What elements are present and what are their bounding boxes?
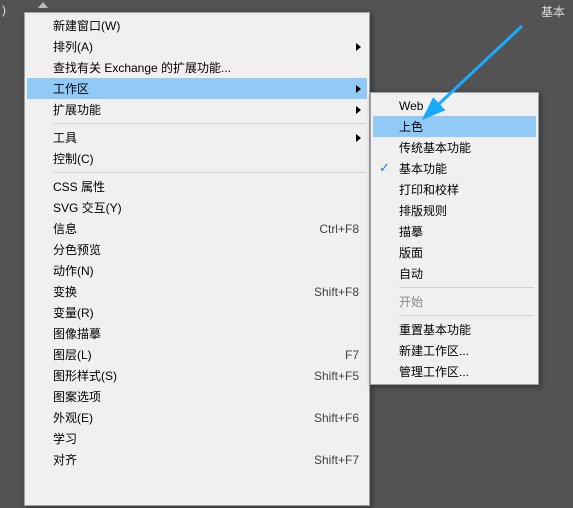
menu-shortcut: Shift+F5 xyxy=(314,369,359,383)
window-menu: 新建窗口(W) 排列(A) 查找有关 Exchange 的扩展功能... 工作区… xyxy=(24,12,370,506)
submenu-label: 版面 xyxy=(399,244,528,261)
submenu-tracing[interactable]: 描摹 xyxy=(373,221,536,242)
topbar-workspace-label[interactable]: 基本 xyxy=(541,3,565,20)
menu-label: 变换 xyxy=(53,283,314,300)
menu-separator xyxy=(399,315,534,316)
menu-pattern-options[interactable]: 图案选项 xyxy=(27,386,367,407)
submenu-reset-essentials[interactable]: 重置基本功能 xyxy=(373,319,536,340)
menu-appearance[interactable]: 外观(E) Shift+F6 xyxy=(27,407,367,428)
menu-scroll-up-icon xyxy=(38,2,48,8)
menu-control[interactable]: 控制(C) xyxy=(27,148,367,169)
submenu-label: 描摹 xyxy=(399,223,528,240)
menu-separator xyxy=(53,123,365,124)
menu-image-trace[interactable]: 图像描摹 xyxy=(27,323,367,344)
menu-label: 图像描摹 xyxy=(53,325,359,342)
menu-workspace[interactable]: 工作区 xyxy=(27,78,367,99)
workspace-submenu: Web 上色 传统基本功能 ✓ 基本功能 打印和校样 排版规则 描摹 版面 自动… xyxy=(370,92,539,385)
submenu-label: Web xyxy=(399,99,528,113)
submenu-layout[interactable]: 版面 xyxy=(373,242,536,263)
submenu-essentials[interactable]: ✓ 基本功能 xyxy=(373,158,536,179)
submenu-manage-workspaces[interactable]: 管理工作区... xyxy=(373,361,536,382)
submenu-painting[interactable]: 上色 xyxy=(373,116,536,137)
menu-learn[interactable]: 学习 xyxy=(27,428,367,449)
menu-label: 图层(L) xyxy=(53,346,345,363)
menu-label: 学习 xyxy=(53,430,359,447)
menu-variables[interactable]: 变量(R) xyxy=(27,302,367,323)
menu-shortcut: F7 xyxy=(345,348,359,362)
menu-label: 扩展功能 xyxy=(53,101,359,118)
menu-shortcut: Shift+F7 xyxy=(314,453,359,467)
submenu-web[interactable]: Web xyxy=(373,95,536,116)
menu-extensions[interactable]: 扩展功能 xyxy=(27,99,367,120)
menu-css-properties[interactable]: CSS 属性 xyxy=(27,176,367,197)
menu-label: 图形样式(S) xyxy=(53,367,314,384)
menu-shortcut: Ctrl+F8 xyxy=(319,222,359,236)
menu-label: 动作(N) xyxy=(53,262,359,279)
menu-find-exchange-extensions[interactable]: 查找有关 Exchange 的扩展功能... xyxy=(27,57,367,78)
menu-separator xyxy=(53,172,365,173)
menu-label: 图案选项 xyxy=(53,388,359,405)
submenu-automation[interactable]: 自动 xyxy=(373,263,536,284)
menu-label: 对齐 xyxy=(53,451,314,468)
menu-info[interactable]: 信息 Ctrl+F8 xyxy=(27,218,367,239)
menu-label: 分色预览 xyxy=(53,241,359,258)
menu-actions[interactable]: 动作(N) xyxy=(27,260,367,281)
submenu-start[interactable]: 开始 xyxy=(373,291,536,312)
submenu-label: 排版规则 xyxy=(399,202,528,219)
menu-label: CSS 属性 xyxy=(53,178,359,195)
submenu-label: 上色 xyxy=(399,118,528,135)
topbar-left-fragment: ) xyxy=(0,0,10,22)
menu-align[interactable]: 对齐 Shift+F7 xyxy=(27,449,367,470)
submenu-label: 新建工作区... xyxy=(399,342,528,359)
menu-separations-preview[interactable]: 分色预览 xyxy=(27,239,367,260)
menu-label: 外观(E) xyxy=(53,409,314,426)
menu-graphic-styles[interactable]: 图形样式(S) Shift+F5 xyxy=(27,365,367,386)
menu-arrange[interactable]: 排列(A) xyxy=(27,36,367,57)
menu-label: 控制(C) xyxy=(53,150,359,167)
submenu-label: 重置基本功能 xyxy=(399,321,528,338)
submenu-label: 打印和校样 xyxy=(399,181,528,198)
menu-tools[interactable]: 工具 xyxy=(27,127,367,148)
menu-label: SVG 交互(Y) xyxy=(53,199,359,216)
menu-label: 工具 xyxy=(53,129,359,146)
submenu-label: 自动 xyxy=(399,265,528,282)
submenu-new-workspace[interactable]: 新建工作区... xyxy=(373,340,536,361)
submenu-label: 开始 xyxy=(399,293,528,310)
menu-separator xyxy=(399,287,534,288)
menu-new-window[interactable]: 新建窗口(W) xyxy=(27,15,367,36)
submenu-label: 传统基本功能 xyxy=(399,139,528,156)
submenu-label: 管理工作区... xyxy=(399,363,528,380)
menu-label: 新建窗口(W) xyxy=(53,17,359,34)
submenu-legacy-essentials[interactable]: 传统基本功能 xyxy=(373,137,536,158)
menu-label: 变量(R) xyxy=(53,304,359,321)
menu-layers[interactable]: 图层(L) F7 xyxy=(27,344,367,365)
check-icon: ✓ xyxy=(379,161,390,174)
menu-label: 信息 xyxy=(53,220,319,237)
menu-shortcut: Shift+F8 xyxy=(314,285,359,299)
menu-label: 工作区 xyxy=(53,80,359,97)
menu-svg-interactivity[interactable]: SVG 交互(Y) xyxy=(27,197,367,218)
menu-transform[interactable]: 变换 Shift+F8 xyxy=(27,281,367,302)
submenu-printing-proofing[interactable]: 打印和校样 xyxy=(373,179,536,200)
menu-label: 查找有关 Exchange 的扩展功能... xyxy=(53,59,359,76)
menu-shortcut: Shift+F6 xyxy=(314,411,359,425)
submenu-typography[interactable]: 排版规则 xyxy=(373,200,536,221)
menu-label: 排列(A) xyxy=(53,38,359,55)
submenu-label: 基本功能 xyxy=(399,160,528,177)
